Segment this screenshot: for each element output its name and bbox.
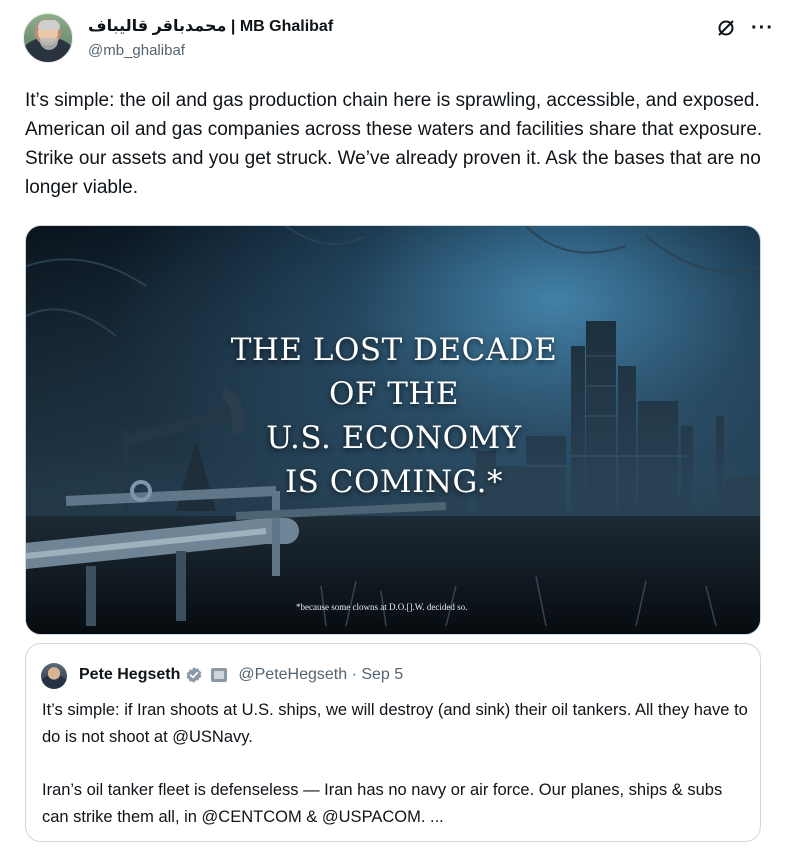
- post-image[interactable]: THE LOST DECADE OF THE U.S. ECONOMY IS C…: [25, 225, 761, 635]
- quoted-post[interactable]: Pete Hegseth @PeteHegseth · Sep 5 It’s s…: [25, 643, 761, 842]
- headline-line-2: OF THE: [328, 376, 460, 412]
- quoted-handle-time[interactable]: @PeteHegseth · Sep 5: [238, 666, 403, 684]
- quoted-author-avatar[interactable]: [41, 663, 67, 689]
- image-footnote: *because some clowns at D.O.[].W. decide…: [296, 602, 468, 612]
- quoted-paragraph-2: Iran’s oil tanker fleet is defenseless —…: [42, 781, 723, 826]
- author-avatar[interactable]: [23, 13, 73, 63]
- more-options-icon[interactable]: ···: [751, 18, 774, 38]
- author-name-line[interactable]: محمدباقر قالیباف | MB Ghalibaf: [88, 15, 333, 37]
- government-affiliation-icon: [211, 668, 228, 682]
- quoted-post-text: It’s simple: if Iran shoots at U.S. ship…: [42, 697, 752, 831]
- image-headline: THE LOST DECADE OF THE U.S. ECONOMY IS C…: [26, 328, 760, 504]
- headline-line-3: U.S. ECONOMY: [266, 420, 522, 456]
- avatar-hair: [38, 20, 60, 30]
- verified-badge-icon: [187, 667, 202, 683]
- quoted-paragraph-1: It’s simple: if Iran shoots at U.S. ship…: [42, 701, 748, 746]
- author-handle[interactable]: @mb_ghalibaf: [88, 42, 185, 59]
- quoted-author-name[interactable]: Pete Hegseth: [79, 666, 180, 684]
- headline-line-1: THE LOST DECADE: [230, 332, 558, 368]
- post-text: It’s simple: the oil and gas production …: [25, 90, 763, 198]
- post: محمدباقر قالیباف | MB Ghalibaf @mb_ghali…: [0, 0, 800, 862]
- quoted-post-header: Pete Hegseth @PeteHegseth · Sep 5: [79, 664, 403, 686]
- post-actions: ···: [715, 17, 774, 39]
- headline-line-4: IS COMING.*: [284, 464, 504, 500]
- author-display-name[interactable]: محمدباقر قالیباف | MB Ghalibaf: [88, 16, 333, 36]
- grok-icon[interactable]: [715, 17, 737, 39]
- avatar-beard: [40, 38, 58, 50]
